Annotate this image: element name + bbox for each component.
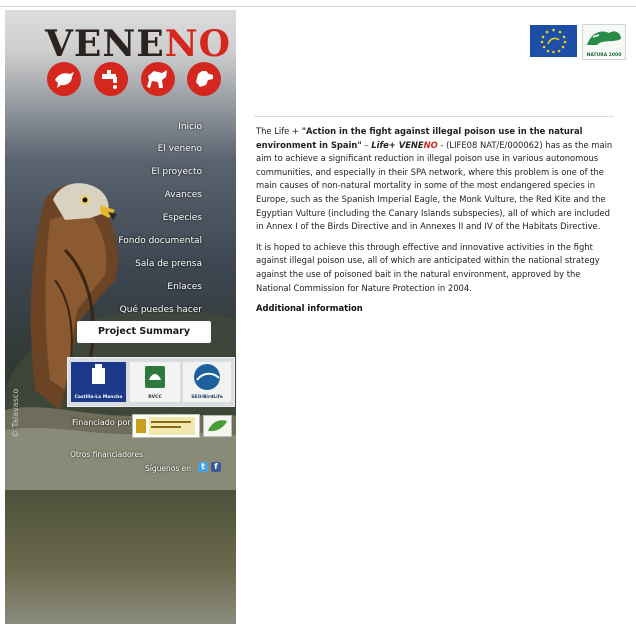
rvcc-logo[interactable]: RVCC <box>130 362 180 402</box>
nav-el-proyecto[interactable]: El proyecto <box>151 167 202 185</box>
nav-fondo-documental[interactable]: Fondo documental <box>118 236 202 254</box>
project-description: The Life + "Action in the fight against … <box>256 125 614 316</box>
leaf-icon <box>208 420 227 432</box>
eu-life-logo[interactable] <box>530 25 577 57</box>
photo-credit: © Talavasco <box>11 388 20 438</box>
eagle-icon <box>47 62 81 96</box>
dog-icon <box>187 62 221 96</box>
top-border <box>0 6 636 7</box>
twitter-icon[interactable]: t <box>198 462 208 472</box>
nav-sala-de-prensa[interactable]: Sala de prensa <box>135 259 202 277</box>
facebook-icon[interactable]: f <box>211 462 221 472</box>
funded-by-label: Financiado por <box>72 418 131 427</box>
life-veneno-label: Life+ VENE <box>371 139 424 150</box>
nav-enlaces[interactable]: Enlaces <box>167 282 202 300</box>
additional-information-link[interactable]: Additional information <box>256 302 614 316</box>
natura-map-icon <box>587 31 621 45</box>
content-divider <box>254 116 614 117</box>
castilla-la-mancha-logo[interactable]: Castilla-La Mancha <box>71 362 126 402</box>
nav-avances[interactable]: Avances <box>165 190 202 208</box>
nav-el-veneno[interactable]: El veneno <box>158 144 202 162</box>
red-natura-logo[interactable] <box>203 415 232 437</box>
wolf-icon <box>141 62 175 96</box>
coat-of-arms-icon <box>92 364 105 384</box>
follow-us-label: Síguenos en <box>145 464 191 473</box>
other-funders-link[interactable]: Otros financiadores <box>70 450 143 459</box>
site-logo[interactable]: VENENO <box>45 24 235 64</box>
partner-logos: Castilla-La Mancha RVCC SEO/BirdLife <box>67 357 235 407</box>
natura-2000-logo[interactable]: NATURA 2000 <box>582 24 626 60</box>
vulture-emblem-icon <box>145 366 165 388</box>
page: VENENO Inicio El veneno El proyecto Avan… <box>0 0 636 624</box>
project-summary-button[interactable]: Project Summary <box>77 321 211 343</box>
ministry-logo[interactable] <box>132 414 200 438</box>
birdlife-globe-icon <box>194 364 220 390</box>
nav-inicio[interactable]: Inicio <box>178 122 202 140</box>
eu-stars-icon <box>540 28 567 54</box>
faucet-icon <box>94 62 128 96</box>
goal-paragraph: It is hoped to achieve this through effe… <box>256 241 600 293</box>
intro-paragraph: The Life + "Action in the fight against … <box>256 126 613 232</box>
spain-government-emblem-icon <box>136 417 195 435</box>
sidebar: VENENO Inicio El veneno El proyecto Avan… <box>5 10 236 624</box>
nav-especies[interactable]: Especies <box>163 213 202 231</box>
seo-birdlife-logo[interactable]: SEO/BirdLife <box>183 362 231 402</box>
